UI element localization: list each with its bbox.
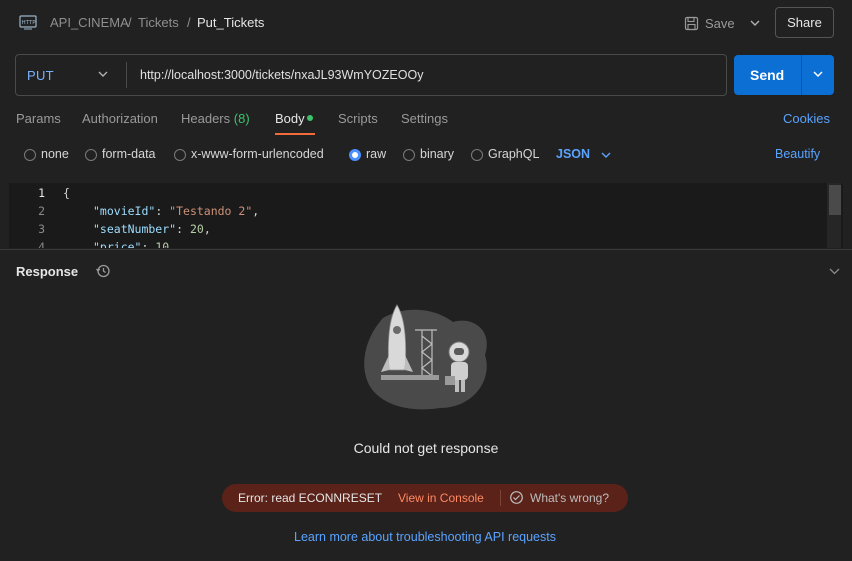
cookies-link[interactable]: Cookies [783, 111, 830, 126]
diagnose-icon[interactable] [509, 490, 524, 505]
svg-text:HTTP: HTTP [22, 20, 37, 26]
editor-line: 4 "price": 10 [9, 240, 829, 248]
active-tab-underline [275, 133, 315, 135]
rocket-astronaut-illustration [364, 304, 487, 410]
method-select[interactable]: PUT [27, 68, 54, 83]
http-icon: HTTP [19, 15, 37, 30]
tab-scripts[interactable]: Scripts [338, 111, 378, 126]
radio-none[interactable] [24, 149, 36, 161]
json-value: "Testando 2" [169, 204, 253, 218]
json-key: "seatNumber" [93, 222, 177, 236]
save-icon [684, 16, 699, 30]
share-button[interactable]: Share [775, 7, 834, 38]
beautify-button[interactable]: Beautify [775, 147, 820, 161]
body-format-select[interactable]: JSON [556, 147, 590, 161]
line-number: 4 [38, 240, 45, 248]
chevron-down-icon [750, 20, 760, 26]
body-modified-indicator [307, 115, 313, 121]
url-input[interactable]: http://localhost:3000/tickets/nxaJL93WmY… [140, 68, 423, 82]
body-editor[interactable]: 1 { 2 "movieId": "Testando 2", 3 "seatNu… [9, 183, 843, 248]
save-options-button[interactable] [744, 10, 766, 36]
editor-scroll-thumb[interactable] [829, 185, 841, 215]
line-number: 1 [38, 186, 45, 200]
json-key: "movieId" [93, 204, 156, 218]
radio-binary-label[interactable]: binary [420, 147, 454, 161]
json-key: "price" [93, 240, 142, 248]
tab-authorization[interactable]: Authorization [82, 111, 158, 126]
radio-graphql-label[interactable]: GraphQL [488, 147, 539, 161]
chevron-down-icon[interactable] [810, 66, 826, 82]
breadcrumb-separator: / [128, 15, 132, 30]
radio-urlencoded-label[interactable]: x-www-form-urlencoded [191, 147, 324, 161]
radio-none-label[interactable]: none [41, 147, 69, 161]
send-divider [801, 55, 802, 95]
no-response-message: Could not get response [353, 440, 499, 456]
send-label[interactable]: Send [750, 67, 784, 83]
chevron-down-icon[interactable] [600, 148, 612, 162]
url-divider [126, 62, 127, 88]
line-number: 3 [38, 222, 45, 236]
json-comma: , [203, 222, 211, 236]
radio-form-data-label[interactable]: form-data [102, 147, 156, 161]
tab-headers-label: Headers [181, 111, 231, 126]
breadcrumb-request-name[interactable]: Put_Tickets [197, 15, 264, 30]
json-value: 20 [189, 222, 204, 236]
breadcrumb-collection[interactable]: API_CINEMA [50, 15, 129, 30]
editor-line: 1 { [9, 186, 829, 204]
response-divider[interactable] [0, 249, 852, 250]
editor-line: 3 "seatNumber": 20, [9, 222, 829, 240]
radio-raw[interactable] [349, 149, 361, 161]
code-text: "seatNumber": 20, [93, 222, 211, 236]
save-label: Save [705, 15, 735, 31]
error-message: Error: read ECONNRESET [238, 491, 383, 505]
code-brace: { [63, 186, 70, 200]
radio-form-data[interactable] [85, 149, 97, 161]
tab-settings[interactable]: Settings [401, 111, 448, 126]
learn-more-link[interactable]: Learn more about troubleshooting API req… [280, 530, 570, 544]
code-text: "movieId": "Testando 2", [93, 204, 260, 218]
chevron-down-icon[interactable] [828, 264, 841, 278]
breadcrumb-folder[interactable]: Tickets [138, 15, 179, 30]
headers-count-badge: (8) [233, 111, 250, 126]
tab-params[interactable]: Params [16, 111, 61, 126]
save-button[interactable]: Save [680, 10, 740, 36]
history-icon[interactable] [95, 263, 111, 279]
tab-headers[interactable]: Headers (8) [181, 111, 250, 126]
tab-body[interactable]: Body [275, 111, 305, 126]
chevron-down-icon[interactable] [96, 66, 110, 82]
top-bar: HTTP API_CINEMA / Tickets / Put_Tickets … [0, 0, 852, 46]
json-comma: , [252, 204, 260, 218]
response-title: Response [16, 264, 79, 279]
code-text: "price": 10 [93, 240, 169, 248]
radio-raw-label[interactable]: raw [366, 147, 386, 161]
line-number: 2 [38, 204, 45, 218]
json-value: 10 [155, 240, 170, 248]
breadcrumb-separator: / [187, 15, 191, 30]
radio-binary[interactable] [403, 149, 415, 161]
whats-wrong-link[interactable]: What's wrong? [530, 491, 609, 505]
editor-line: 2 "movieId": "Testando 2", [9, 204, 829, 222]
radio-graphql[interactable] [471, 149, 483, 161]
radio-urlencoded[interactable] [174, 149, 186, 161]
view-in-console-link[interactable]: View in Console [398, 491, 484, 505]
error-divider [500, 490, 501, 506]
